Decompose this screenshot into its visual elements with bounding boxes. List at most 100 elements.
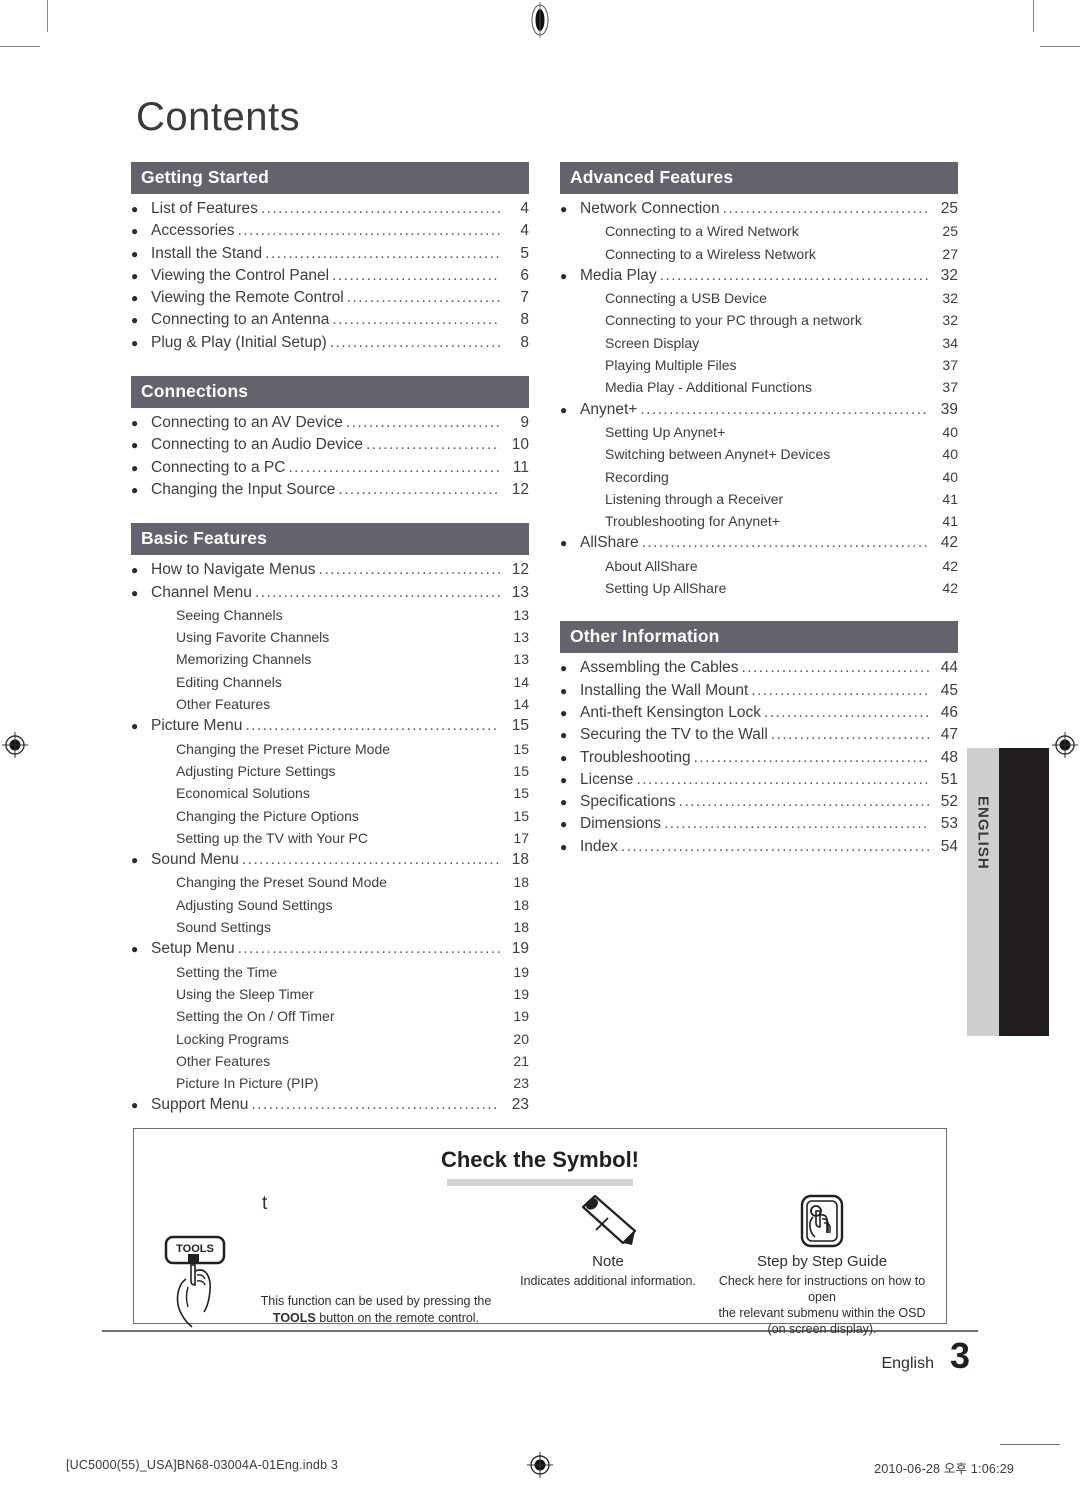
toc-entry-page: 4	[520, 200, 529, 217]
toc-entry[interactable]: Sound Settings 18	[131, 916, 529, 938]
toc-entry[interactable]: ● Index 54	[560, 836, 958, 858]
toc-subentry-title: Setting the On / Off Timer	[176, 1008, 335, 1025]
toc-entry[interactable]: ● Viewing the Remote Control 7	[131, 287, 529, 309]
toc-entry[interactable]: Playing Multiple Files 37	[560, 354, 958, 376]
toc-entry[interactable]: Listening through a Receiver 41	[560, 488, 958, 510]
dot-leader	[346, 412, 500, 434]
toc-entry[interactable]: ● Dimensions 53	[560, 813, 958, 835]
toc-entry[interactable]: ● Connecting to an Antenna 8	[131, 309, 529, 331]
toc-entry[interactable]: ● Anti-theft Kensington Lock 46	[560, 702, 958, 724]
toc-section: Other Information ● Assembling the Cables 4…	[560, 621, 958, 858]
toc-entry[interactable]: ● License 51	[560, 769, 958, 791]
toc-entry[interactable]: ● Assembling the Cables 44	[560, 657, 958, 679]
bullet-icon: ●	[560, 402, 568, 417]
toc-entry[interactable]: Picture In Picture (PIP) 23	[131, 1072, 529, 1094]
tools-glyph: t	[262, 1193, 268, 1214]
symbol-tools-description: This function can be used by pressing th…	[248, 1293, 504, 1327]
toc-entry[interactable]: ● Installing the Wall Mount 45	[560, 680, 958, 702]
toc-entry[interactable]: ● Plug & Play (Initial Setup) 8	[131, 332, 529, 354]
toc-entry[interactable]: Setting the Time 19	[131, 961, 529, 983]
toc-entry[interactable]: ● Picture Menu 15	[131, 715, 529, 737]
toc-subentry-page: 19	[513, 985, 529, 1002]
check-the-symbol-title: Check the Symbol!	[440, 1147, 640, 1172]
toc-entry[interactable]: ● AllShare 42	[560, 532, 958, 554]
toc-entry[interactable]: Switching between Anynet+ Devices 40	[560, 443, 958, 465]
dot-leader	[242, 849, 500, 871]
toc-entry[interactable]: Seeing Channels 13	[131, 604, 529, 626]
toc-entry[interactable]: ● Accessories 4	[131, 220, 529, 242]
toc-entry[interactable]: Other Features 14	[131, 693, 529, 715]
toc-entry[interactable]: Editing Channels 14	[131, 671, 529, 693]
toc-entry[interactable]: ● Connecting to an AV Device 9	[131, 412, 529, 434]
toc-subentry-title: Changing the Picture Options	[176, 807, 359, 824]
toc-entry-title: Picture Menu	[151, 717, 243, 735]
toc-subentry-title: Using the Sleep Timer	[176, 985, 314, 1002]
toc-entry[interactable]: Changing the Picture Options 15	[131, 805, 529, 827]
toc-entry[interactable]: ● Specifications 52	[560, 791, 958, 813]
toc-entry[interactable]: ● List of Features 4	[131, 198, 529, 220]
toc-entry-title: Connecting to an AV Device	[151, 414, 343, 432]
toc-entry[interactable]: ● Install the Stand 5	[131, 243, 529, 265]
toc-entry-page: 48	[940, 748, 958, 766]
toc-entry[interactable]: Changing the Preset Picture Mode 15	[131, 738, 529, 760]
toc-section: Connections●Connecting to an AV Device9●…	[131, 376, 529, 501]
toc-entry[interactable]: ● Securing the TV to the Wall 47	[560, 724, 958, 746]
toc-entry[interactable]: Connecting to a Wireless Network 27	[560, 243, 958, 265]
toc-entry[interactable]: Setting the On / Off Timer 19	[131, 1005, 529, 1027]
toc-entry[interactable]: ● Connecting to a PC 11	[131, 457, 529, 479]
toc-entry[interactable]: ● Changing the Input Source 12	[131, 479, 529, 501]
toc-entry[interactable]: ● Media Play 32	[560, 265, 958, 287]
toc-subentry-title: Seeing Channels	[176, 606, 283, 623]
toc-entry[interactable]: Connecting to a Wired Network 25	[560, 220, 958, 242]
toc-entry[interactable]: ● Viewing the Control Panel 6	[131, 265, 529, 287]
dot-leader	[261, 198, 500, 220]
toc-entry-page: 42	[940, 534, 958, 552]
toc-entry[interactable]: Connecting a USB Device 32	[560, 287, 958, 309]
toc-subentry-page: 19	[513, 1008, 529, 1025]
toc-subentry-page: 13	[513, 651, 529, 668]
bullet-icon: ●	[560, 661, 568, 676]
toc-entry[interactable]: Changing the Preset Sound Mode 18	[131, 871, 529, 893]
toc-entry[interactable]: ● Network Connection 25	[560, 198, 958, 220]
toc-entry[interactable]: Setting up the TV with Your PC 17	[131, 827, 529, 849]
toc-entry[interactable]: ● Connecting to an Audio Device 10	[131, 434, 529, 456]
toc-entry[interactable]: Recording 40	[560, 466, 958, 488]
toc-entry[interactable]: Memorizing Channels 13	[131, 648, 529, 670]
toc-subentry-title: Setting Up AllShare	[605, 580, 727, 597]
toc-entry[interactable]: Adjusting Sound Settings 18	[131, 894, 529, 916]
dot-leader	[742, 657, 929, 679]
toc-entry[interactable]: Using Favorite Channels 13	[131, 626, 529, 648]
bullet-icon: ●	[131, 585, 139, 600]
toc-entry[interactable]: Other Features 21	[131, 1050, 529, 1072]
toc-entry[interactable]: ● Support Menu 23	[131, 1094, 529, 1116]
toc-entry[interactable]: About AllShare 42	[560, 555, 958, 577]
toc-subentry-page: 34	[942, 334, 958, 351]
toc-entry[interactable]: ● Sound Menu 18	[131, 849, 529, 871]
toc-entry[interactable]: Setting Up AllShare 42	[560, 577, 958, 599]
toc-entry[interactable]: Setting Up Anynet+ 40	[560, 421, 958, 443]
toc-entry[interactable]: Troubleshooting for Anynet+ 41	[560, 510, 958, 532]
toc-subentry-title: Adjusting Sound Settings	[176, 896, 333, 913]
toc-entry[interactable]: ● Setup Menu 19	[131, 938, 529, 960]
toc-section-heading: Basic Features	[131, 523, 529, 556]
toc-subentry-page: 13	[513, 606, 529, 623]
toc-entry-title: Support Menu	[151, 1096, 249, 1114]
toc-entry[interactable]: Media Play - Additional Functions 37	[560, 376, 958, 398]
toc-entry[interactable]: Using the Sleep Timer 19	[131, 983, 529, 1005]
toc-subentry-title: Connecting to a Wired Network	[605, 223, 799, 240]
toc-entry[interactable]: Economical Solutions 15	[131, 782, 529, 804]
toc-entry[interactable]: ● Channel Menu 13	[131, 582, 529, 604]
toc-entry[interactable]: Screen Display 34	[560, 332, 958, 354]
toc-subentry-page: 15	[513, 762, 529, 779]
toc-entry[interactable]: Adjusting Picture Settings 15	[131, 760, 529, 782]
toc-entry-page: 19	[511, 940, 529, 958]
bullet-icon: ●	[560, 728, 568, 743]
toc-entry[interactable]: Connecting to your PC through a network 3…	[560, 309, 958, 331]
toc-entry[interactable]: ● Anynet+ 39	[560, 399, 958, 421]
toc-entry[interactable]: ● Troubleshooting 48	[560, 747, 958, 769]
toc-subentry-title: Other Features	[176, 696, 271, 713]
toc-subentry-page: 40	[942, 446, 958, 463]
toc-entry[interactable]: ● How to Navigate Menus 12	[131, 559, 529, 581]
toc-entry[interactable]: Locking Programs 20	[131, 1028, 529, 1050]
toc-subentry-title: Recording	[605, 468, 669, 485]
